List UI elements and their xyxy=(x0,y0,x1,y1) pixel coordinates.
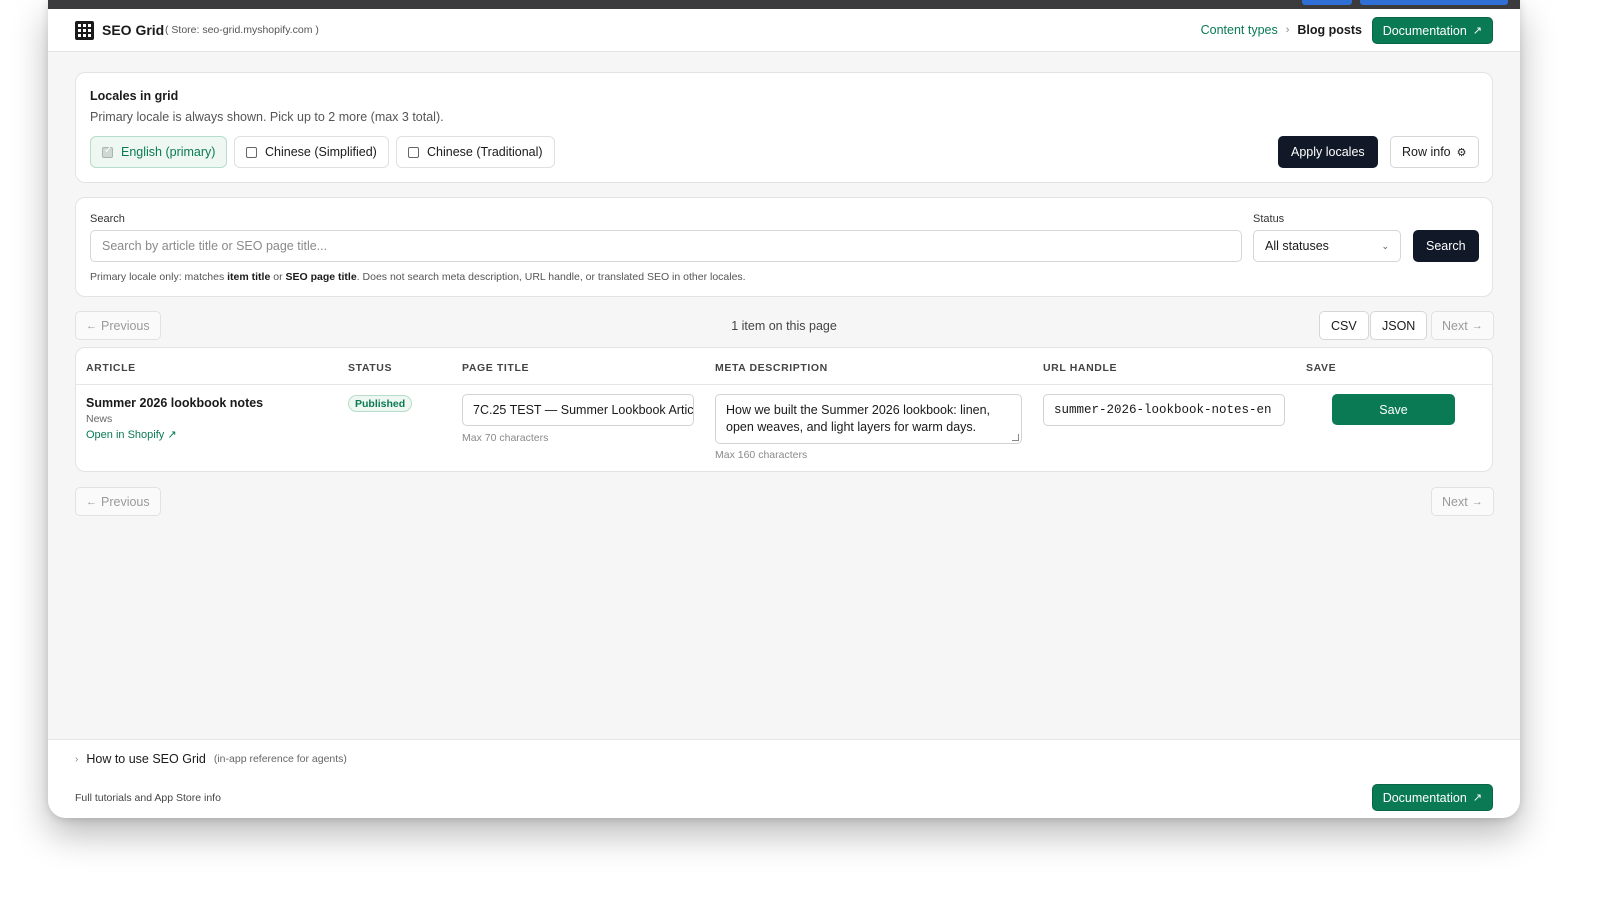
documentation-label: Documentation xyxy=(1382,23,1467,38)
checkbox-icon xyxy=(246,146,257,158)
search-hint: Primary locale only: matches item title … xyxy=(90,271,746,283)
header-divider xyxy=(76,384,1492,385)
resize-grip-icon[interactable] xyxy=(1012,434,1019,441)
breadcrumb: Content types › Blog posts xyxy=(1201,23,1362,37)
grid-logo-icon xyxy=(75,21,94,40)
locale-option-chinese-traditional[interactable]: Chinese (Traditional) xyxy=(396,136,555,168)
open-in-shopify-link[interactable]: Open in Shopify ↗ xyxy=(86,428,177,441)
tutorials-text: Full tutorials and App Store info xyxy=(75,792,221,804)
locales-title: Locales in grid xyxy=(90,89,179,103)
search-input[interactable] xyxy=(90,230,1242,262)
column-header-article: ARTICLE xyxy=(86,362,136,374)
external-link-icon: ↗ xyxy=(1472,792,1482,804)
external-link-icon: ↗ xyxy=(1472,25,1482,37)
next-button-top[interactable]: Next → xyxy=(1431,311,1494,340)
next-label: Next xyxy=(1442,494,1468,509)
search-label: Search xyxy=(90,213,125,225)
gear-icon: ⚙ xyxy=(1456,146,1467,159)
chevron-right-icon: › xyxy=(1285,24,1290,36)
chevron-right-icon: › xyxy=(75,753,79,765)
locale-label: Chinese (Simplified) xyxy=(265,145,377,159)
json-button[interactable]: JSON xyxy=(1370,311,1428,340)
howto-disclosure[interactable]: › How to use SEO Grid (in-app reference … xyxy=(75,752,347,766)
column-header-url-handle: URL HANDLE xyxy=(1043,362,1118,374)
breadcrumb-content-types[interactable]: Content types xyxy=(1201,23,1278,37)
meta-description-value: How we built the Summer 2026 lookbook: l… xyxy=(726,403,991,434)
status-badge: Published xyxy=(348,395,413,412)
checkbox-icon xyxy=(102,145,113,158)
page-title-input[interactable]: 7C.25 TEST — Summer Lookbook Artic xyxy=(462,394,694,426)
next-button-bottom[interactable]: Next → xyxy=(1431,487,1494,516)
previous-label: Previous xyxy=(101,494,150,509)
arrow-left-icon: ← xyxy=(86,495,97,508)
arrow-right-icon: → xyxy=(1471,319,1483,332)
meta-description-textarea[interactable]: How we built the Summer 2026 lookbook: l… xyxy=(715,394,1022,444)
search-card: Search Status All statuses ⌄ Search Prim… xyxy=(75,197,1493,297)
article-blog: News xyxy=(86,413,113,425)
page-info: 1 item on this page xyxy=(731,319,837,333)
arrow-right-icon: → xyxy=(1471,495,1483,508)
store-info: ( Store: seo-grid.myshopify.com ) xyxy=(165,24,319,36)
locale-label: Chinese (Traditional) xyxy=(427,145,543,159)
chevron-down-icon: ⌄ xyxy=(1381,240,1389,251)
articles-table: ARTICLE STATUS PAGE TITLE META DESCRIPTI… xyxy=(75,347,1493,472)
article-title: Summer 2026 lookbook notes xyxy=(86,396,264,410)
footer-divider xyxy=(48,739,1520,740)
next-label: Next xyxy=(1442,318,1468,333)
search-button[interactable]: Search xyxy=(1413,230,1479,262)
status-label: Status xyxy=(1253,213,1285,225)
previous-button-bottom[interactable]: ← Previous xyxy=(75,487,161,516)
tab-indicator xyxy=(1360,0,1508,5)
csv-button[interactable]: CSV xyxy=(1319,311,1369,340)
app-header: SEO Grid ( Store: seo-grid.myshopify.com… xyxy=(48,9,1520,52)
url-handle-input[interactable]: summer-2026-lookbook-notes-en xyxy=(1043,394,1285,426)
column-header-save: SAVE xyxy=(1306,362,1337,374)
app-window: SEO Grid ( Store: seo-grid.myshopify.com… xyxy=(48,0,1520,818)
locale-label: English (primary) xyxy=(121,145,216,159)
howto-subtitle: (in-app reference for agents) xyxy=(213,753,347,765)
app-name: SEO Grid xyxy=(102,22,165,38)
documentation-button[interactable]: Documentation ↗ xyxy=(1371,17,1493,44)
save-button[interactable]: Save xyxy=(1332,394,1455,425)
column-header-meta-description: META DESCRIPTION xyxy=(715,362,828,374)
page-title-hint: Max 70 characters xyxy=(462,432,549,444)
locale-option-chinese-simplified[interactable]: Chinese (Simplified) xyxy=(234,136,389,168)
documentation-button-footer[interactable]: Documentation ↗ xyxy=(1371,784,1493,811)
external-link-icon: ↗ xyxy=(167,429,177,441)
status-select[interactable]: All statuses ⌄ xyxy=(1253,230,1401,262)
documentation-label: Documentation xyxy=(1382,790,1467,805)
locales-subtitle: Primary locale is always shown. Pick up … xyxy=(90,110,444,124)
locale-option-english[interactable]: English (primary) xyxy=(90,136,228,168)
breadcrumb-blog-posts: Blog posts xyxy=(1297,23,1362,37)
meta-description-hint: Max 160 characters xyxy=(715,449,808,461)
apply-locales-button[interactable]: Apply locales xyxy=(1278,136,1378,168)
checkbox-icon xyxy=(408,146,419,158)
howto-title: How to use SEO Grid xyxy=(86,752,206,766)
column-header-page-title: PAGE TITLE xyxy=(462,362,530,374)
browser-top-strip xyxy=(48,0,1520,9)
row-info-button[interactable]: Row info ⚙ xyxy=(1390,136,1479,168)
locales-card: Locales in grid Primary locale is always… xyxy=(75,72,1493,183)
column-header-status: STATUS xyxy=(348,362,393,374)
tab-indicator xyxy=(1302,0,1352,5)
status-select-value: All statuses xyxy=(1265,239,1329,253)
row-info-label: Row info xyxy=(1402,145,1451,159)
